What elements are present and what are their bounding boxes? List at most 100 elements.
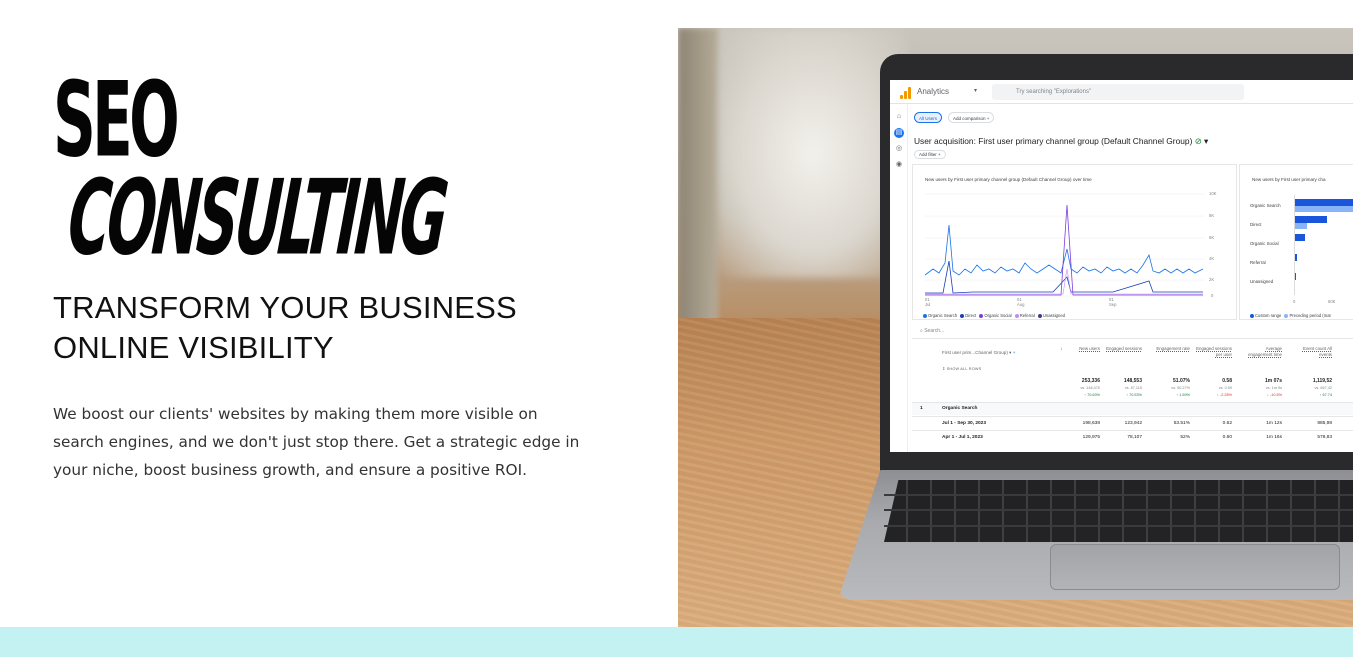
laptop-trackpad: [1050, 544, 1340, 590]
analytics-search-input: Try searching "Explorations": [992, 84, 1244, 100]
row-label: Jul 1 - Sep 30, 2023: [942, 421, 986, 426]
table-cell: 123,942: [1124, 421, 1142, 426]
bar-direct: [1295, 216, 1327, 223]
analytics-app-name: Analytics: [917, 87, 950, 96]
total-comparison: vs. 87,115: [1124, 386, 1142, 390]
acquisition-table: ⌕ Search... First user prim...Channel Gr…: [912, 324, 1353, 452]
analytics-nav-rail: ⌂ ▤ ◎ ◉: [890, 104, 908, 452]
column-header: Engagement rate: [1156, 346, 1190, 351]
total-change: ↓ -10.5%: [1267, 393, 1282, 397]
hero-description: We boost our clients' websites by making…: [53, 405, 580, 479]
total-change: ↑ 70.53%: [1126, 393, 1142, 397]
bar-chart-card: New users by First user primary cha Orga…: [1239, 164, 1353, 320]
column-header: Average engagement time: [1248, 346, 1282, 357]
table-divider: [912, 338, 1353, 339]
check-icon: ⊘: [1194, 136, 1202, 146]
table-cell: 0.60: [1222, 435, 1232, 440]
y-tick-label: 6K: [1209, 235, 1215, 240]
explore-icon: ◎: [895, 145, 903, 152]
show-all-rows: ⇕ SHOW ALL ROWS: [942, 367, 982, 371]
laptop-screen: Analytics ▾ ⌕ Try searching "Exploration…: [890, 80, 1353, 452]
x-tick-label: 01 Aug: [1017, 297, 1024, 307]
total-change: ↑ 70.63%: [1084, 393, 1100, 397]
dimension-header-text: First user prim...Channel Group): [942, 350, 1008, 355]
legend-item: Unassigned: [1042, 313, 1065, 318]
total-comparison: vs. 1m 9s: [1265, 386, 1282, 390]
analytics-logo-icon: [900, 87, 912, 99]
advertising-icon: ◉: [895, 161, 903, 168]
column-header: Event count All events: [1302, 346, 1332, 357]
hero-title-line1: SEO: [53, 59, 180, 181]
analytics-topbar: Analytics ▾ ⌕ Try searching "Exploration…: [890, 80, 1353, 104]
y-tick-label: 2K: [1209, 277, 1215, 282]
bar-chart-title: New users by First user primary cha: [1252, 177, 1326, 182]
y-tick-label: 4K: [1209, 256, 1215, 261]
total-change: ↑ 1.59%: [1176, 393, 1190, 397]
bar-category-label: Referral: [1250, 260, 1266, 265]
report-heading-text: User acquisition: First user primary cha…: [914, 136, 1193, 146]
bar-direct-previous: [1295, 223, 1307, 229]
table-cell: 1m 16s: [1266, 435, 1282, 440]
hero-photo-laptop: Analytics ▾ ⌕ Try searching "Exploration…: [678, 28, 1353, 627]
legend-item: Referral: [1019, 313, 1035, 318]
bar-x-tick: 50K: [1328, 299, 1336, 304]
table-cell: 198,638: [1082, 421, 1100, 426]
table-cell: 53.51%: [1173, 421, 1190, 426]
reports-icon: ▤: [894, 128, 904, 138]
add-filter-chip: Add filter +: [914, 150, 946, 159]
row-label: Organic Search: [942, 406, 978, 411]
legend-item: Organic Search: [928, 313, 958, 318]
column-header: New users: [1079, 346, 1100, 351]
row-index: 1: [920, 406, 923, 411]
x-tick-label: 01 Sep: [1109, 297, 1116, 307]
table-divider: [912, 416, 1353, 417]
total-value: 253,336: [1081, 378, 1100, 384]
x-tick-month: Jul: [925, 302, 931, 307]
table-cell: 0.62: [1222, 421, 1232, 426]
x-tick-month: Sep: [1109, 302, 1117, 307]
add-comparison-label: Add comparison: [953, 116, 986, 121]
show-all-rows-text: SHOW ALL ROWS: [946, 367, 982, 371]
table-cell: 52%: [1180, 435, 1190, 440]
line-chart-card: New users by First user primary channel …: [912, 164, 1237, 320]
photo-background-post: [678, 28, 718, 348]
y-tick-label: 8K: [1209, 213, 1215, 218]
keyboard-row-divider: [884, 509, 1353, 511]
keyboard-row-divider: [884, 525, 1353, 527]
table-cell: 1m 12s: [1266, 421, 1282, 426]
total-change: ↓ -2.28%: [1217, 393, 1232, 397]
bar-category-label: Organic Search: [1250, 203, 1281, 208]
table-cell: 129,975: [1082, 435, 1100, 440]
table-row: [912, 403, 1353, 415]
bar-x-tick: 0: [1293, 299, 1296, 304]
legend-item: Direct: [965, 313, 977, 318]
total-value: 148,553: [1123, 378, 1142, 384]
analytics-dashboard: Analytics ▾ ⌕ Try searching "Exploration…: [890, 80, 1353, 452]
line-chart-svg: [924, 193, 1205, 297]
column-header: Engaged sessions per user: [1196, 346, 1232, 357]
total-comparison: vs. 0.59: [1218, 386, 1232, 390]
y-tick-label: 0: [1211, 293, 1214, 298]
bar-category-label: Direct: [1250, 222, 1262, 227]
hero-title-line2: CONSULTING: [64, 157, 449, 279]
total-comparison: vs. 148,470: [1080, 386, 1100, 390]
dimension-header: First user prim...Channel Group) ▾ +: [942, 350, 1016, 355]
legend-item: Preceding period (mat: [1289, 313, 1331, 318]
total-value: 1,119,52: [1312, 378, 1332, 384]
legend-item: Organic Social: [984, 313, 1012, 318]
total-comparison: vs. 50.27%: [1171, 386, 1190, 390]
x-tick-month: Aug: [1017, 302, 1025, 307]
all-users-chip: All Users: [914, 112, 943, 123]
table-cell: 885,98: [1317, 421, 1332, 426]
add-comparison-chip: Add comparison +: [948, 112, 995, 123]
total-value: 0.58: [1222, 378, 1232, 384]
line-chart-legend: Organic Search Direct Organic Social Ref…: [921, 313, 1065, 318]
total-change: ↑ 67.74: [1319, 393, 1332, 397]
total-value: 1m 07s: [1265, 378, 1282, 384]
table-divider: [912, 430, 1353, 431]
table-search: ⌕ Search...: [920, 328, 945, 334]
table-search-text: Search...: [924, 328, 945, 334]
table-cell: 78,107: [1127, 435, 1142, 440]
legend-item: Custom range: [1255, 313, 1282, 318]
add-filter-label: Add filter: [919, 152, 937, 157]
